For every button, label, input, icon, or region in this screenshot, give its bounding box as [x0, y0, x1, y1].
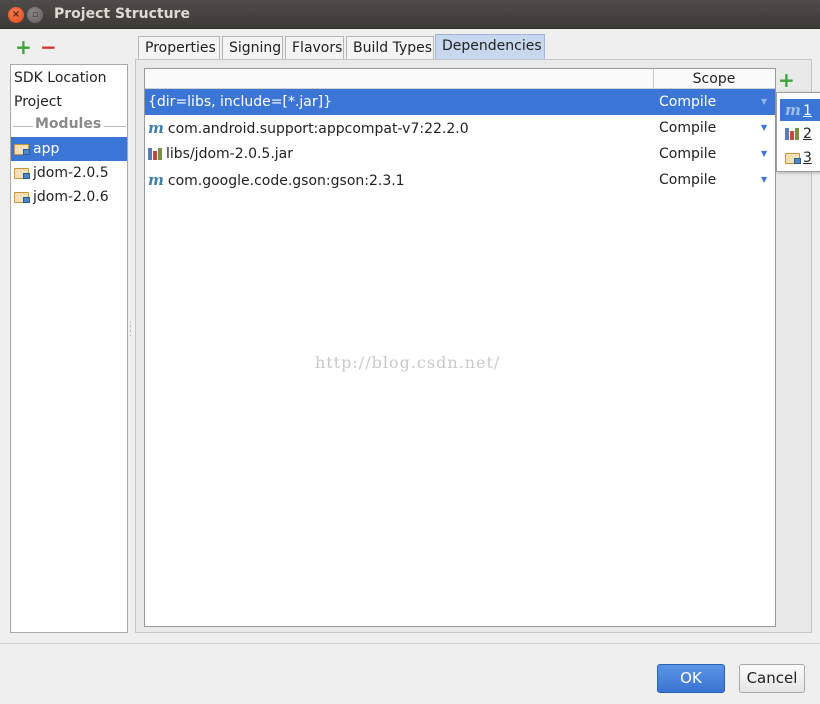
- module-folder-icon: [785, 151, 801, 164]
- tab-dependencies[interactable]: Dependencies: [435, 34, 545, 60]
- sidebar-item-module-jdom-2-0-6[interactable]: jdom-2.0.6: [11, 185, 127, 209]
- dependency-name: libs/jdom-2.0.5.jar: [166, 146, 294, 162]
- menu-item-label: 3: [803, 150, 812, 166]
- panel-splitter-handle[interactable]: :::: [129, 320, 133, 342]
- close-window-button[interactable]: ×: [8, 7, 24, 23]
- module-folder-icon: [14, 190, 30, 203]
- table-row[interactable]: libs/jdom-2.0.5.jar Compile ▼: [145, 141, 775, 167]
- module-folder-icon: [14, 142, 30, 155]
- scope-dropdown[interactable]: Compile: [659, 141, 716, 167]
- table-header: Scope: [145, 69, 775, 89]
- module-label: jdom-2.0.5: [33, 165, 109, 181]
- window-title: Project Structure: [54, 6, 190, 22]
- modules-section-label: Modules: [35, 116, 102, 132]
- maven-library-icon: m: [148, 119, 164, 137]
- scope-dropdown[interactable]: Compile: [659, 115, 716, 141]
- chevron-down-icon[interactable]: ▼: [761, 115, 767, 141]
- footer-divider: [0, 643, 820, 644]
- maven-library-icon: m: [148, 171, 164, 189]
- modules-section-header: Modules: [11, 115, 127, 137]
- scope-column-header[interactable]: Scope: [654, 69, 774, 89]
- module-list-panel: SDK Location Project Modules app jdom-2.…: [10, 64, 128, 633]
- dependency-name: com.google.code.gson:gson:2.3.1: [167, 173, 405, 189]
- tab-properties[interactable]: Properties: [138, 36, 220, 60]
- sidebar-item-module-jdom-2-0-5[interactable]: jdom-2.0.5: [11, 161, 127, 185]
- add-module-button[interactable]: +: [15, 37, 32, 57]
- tab-flavors[interactable]: Flavors: [285, 36, 344, 60]
- chevron-down-icon[interactable]: ▼: [761, 167, 767, 193]
- dependency-name: com.android.support:appcompat-v7:22.2.0: [167, 121, 469, 137]
- ok-button[interactable]: OK: [657, 664, 725, 693]
- watermark: http://blog.csdn.net/: [315, 353, 501, 372]
- library-icon: [148, 147, 162, 160]
- module-folder-icon: [14, 166, 30, 179]
- menu-item-label: 1: [803, 103, 812, 119]
- table-row[interactable]: {dir=libs, include=[*.jar]} Compile ▼: [145, 89, 775, 115]
- dependencies-table: Scope {dir=libs, include=[*.jar]} Compil…: [144, 68, 776, 627]
- scope-dropdown[interactable]: Compile: [659, 167, 716, 193]
- sidebar-item-sdk-location[interactable]: SDK Location: [11, 66, 127, 90]
- module-label: jdom-2.0.6: [33, 189, 109, 205]
- library-icon: [785, 127, 799, 140]
- tab-signing[interactable]: Signing: [222, 36, 283, 60]
- maven-library-icon: m: [785, 101, 801, 119]
- chevron-down-icon[interactable]: ▼: [761, 141, 767, 167]
- sidebar-item-project[interactable]: Project: [11, 90, 127, 114]
- maximize-window-button[interactable]: ▫: [27, 7, 43, 23]
- scope-dropdown[interactable]: Compile: [659, 89, 716, 115]
- cancel-button[interactable]: Cancel: [739, 664, 805, 693]
- menu-item-library-dependency[interactable]: m1: [780, 99, 820, 121]
- table-row[interactable]: m com.google.code.gson:gson:2.3.1 Compile…: [145, 167, 775, 193]
- add-dependency-menu: m1 2 3: [776, 92, 820, 172]
- module-label: app: [33, 141, 60, 157]
- table-row[interactable]: m com.android.support:appcompat-v7:22.2.0…: [145, 115, 775, 141]
- menu-item-file-dependency[interactable]: 2: [780, 123, 820, 145]
- menu-item-label: 2: [803, 126, 812, 142]
- sidebar-item-module-app[interactable]: app: [11, 137, 127, 161]
- dependency-name: {dir=libs, include=[*.jar]}: [148, 94, 332, 110]
- title-bar: × ▫ Project Structure: [0, 0, 820, 29]
- add-dependency-button[interactable]: +: [778, 70, 795, 90]
- chevron-down-icon[interactable]: ▼: [761, 89, 767, 115]
- tab-build-types[interactable]: Build Types: [346, 36, 434, 60]
- menu-item-module-dependency[interactable]: 3: [780, 147, 820, 169]
- remove-module-button[interactable]: −: [40, 37, 57, 57]
